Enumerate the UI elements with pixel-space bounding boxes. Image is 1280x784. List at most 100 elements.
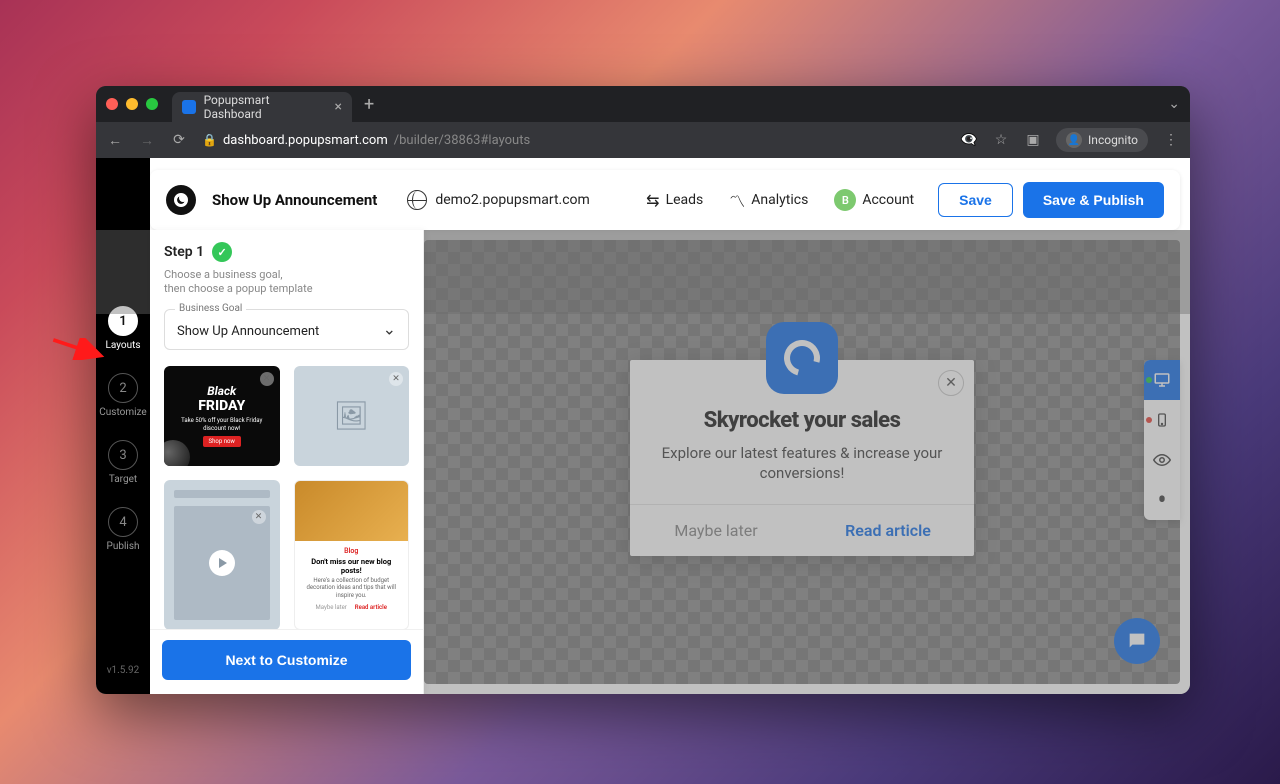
window-maximize-icon[interactable] xyxy=(146,98,158,110)
template-image xyxy=(295,481,409,541)
popup-logo-wrap xyxy=(766,322,838,394)
sidebar-steps: 1 Layouts 2 Customize 3 Target 4 Publish… xyxy=(96,158,150,694)
bug-icon xyxy=(1154,492,1170,508)
save-button[interactable]: Save xyxy=(938,183,1013,217)
hide-extension-icon[interactable]: 👁‍🗨 xyxy=(960,132,978,148)
template-title: Black xyxy=(207,384,236,398)
template-cta: Shop now xyxy=(203,436,241,447)
popup-description: Explore our latest features & increase y… xyxy=(650,443,954,484)
tabs-menu-icon[interactable]: ⌄ xyxy=(1168,96,1180,112)
leads-icon: ⇆ xyxy=(646,191,659,210)
app-viewport: 1 Layouts 2 Customize 3 Target 4 Publish… xyxy=(96,158,1190,694)
debug-button[interactable] xyxy=(1144,480,1180,520)
desktop-icon xyxy=(1153,371,1171,389)
next-to-customize-button[interactable]: Next to Customize xyxy=(162,640,411,680)
account-avatar-icon: B xyxy=(834,189,856,211)
traffic-lights xyxy=(106,98,158,110)
panel-step-header: Step 1 ✓ xyxy=(164,242,409,262)
template-later: Maybe later xyxy=(316,604,347,611)
template-video[interactable]: ✕ xyxy=(164,480,280,629)
site-domain-text: demo2.popupsmart.com xyxy=(435,192,590,208)
browser-tab-bar: Popupsmart Dashboard × + ⌄ xyxy=(96,86,1190,122)
goal-value: Show Up Announcement xyxy=(177,324,319,339)
video-box: ✕ xyxy=(174,506,270,620)
extensions-icon[interactable]: ▣ xyxy=(1024,132,1042,148)
template-desc: Take 50% off your Black Friday discount … xyxy=(170,417,274,431)
address-bar: ← → ⟳ 🔒 dashboard.popupsmart.com/builder… xyxy=(96,122,1190,158)
step-publish[interactable]: 4 Publish xyxy=(107,507,140,552)
panel-step-label: Step 1 xyxy=(164,244,204,260)
lock-icon: 🔒 xyxy=(202,133,217,147)
save-publish-button[interactable]: Save & Publish xyxy=(1023,182,1164,218)
incognito-label: Incognito xyxy=(1088,133,1138,147)
intercom-chat-button[interactable] xyxy=(1114,618,1160,664)
step-label: Target xyxy=(109,474,137,485)
device-toolbar xyxy=(1144,360,1180,520)
template-desc: Here's a collection of budget decoration… xyxy=(301,577,403,600)
browser-menu-icon[interactable]: ⋮ xyxy=(1162,132,1180,148)
step-customize[interactable]: 2 Customize xyxy=(99,373,146,418)
nav-reload-icon[interactable]: ⟳ xyxy=(170,132,188,148)
nav-label: Leads xyxy=(666,192,704,208)
template-title: Don't miss our new blog posts! xyxy=(301,557,403,575)
template-blog[interactable]: Blog Don't miss our new blog posts! Here… xyxy=(294,480,410,629)
device-desktop-button[interactable] xyxy=(1144,360,1180,400)
url-bar[interactable]: 🔒 dashboard.popupsmart.com/builder/38863… xyxy=(202,133,946,148)
goal-legend: Business Goal xyxy=(175,303,246,314)
site-domain-link[interactable]: demo2.popupsmart.com xyxy=(407,190,590,210)
app-header: Show Up Announcement demo2.popupsmart.co… xyxy=(150,170,1180,230)
status-dot-icon xyxy=(1146,417,1152,423)
nav-analytics[interactable]: 〽 Analytics xyxy=(729,188,808,212)
globe-icon xyxy=(407,190,427,210)
template-subtitle: FRIDAY xyxy=(198,398,245,414)
new-tab-button[interactable]: + xyxy=(364,94,374,115)
chat-icon xyxy=(1126,630,1148,652)
play-icon xyxy=(209,550,235,576)
window-close-icon[interactable] xyxy=(106,98,118,110)
nav-label: Analytics xyxy=(751,192,808,208)
popupsmart-logo-icon[interactable] xyxy=(166,185,196,215)
check-icon: ✓ xyxy=(212,242,232,262)
layouts-panel: Step 1 ✓ Choose a business goal, then ch… xyxy=(150,230,424,694)
template-tag: Blog xyxy=(301,547,403,555)
campaign-name: Show Up Announcement xyxy=(212,191,377,209)
template-close-icon: ✕ xyxy=(260,372,274,386)
tab-close-icon[interactable]: × xyxy=(335,99,342,115)
popup-title: Skyrocket your sales xyxy=(650,408,954,433)
bookmark-star-icon[interactable]: ☆ xyxy=(992,132,1010,148)
nav-back-icon[interactable]: ← xyxy=(106,132,124,149)
step-target[interactable]: 3 Target xyxy=(108,440,138,485)
popup-read-article-button[interactable]: Read article xyxy=(802,505,974,556)
nav-forward-icon[interactable]: → xyxy=(138,132,156,149)
eye-icon xyxy=(1153,451,1171,469)
template-image-placeholder[interactable]: ✕ 🖼 xyxy=(294,366,410,466)
popup-close-button[interactable]: ✕ xyxy=(938,370,964,396)
business-goal-select[interactable]: Business Goal Show Up Announcement ⌄ xyxy=(164,309,409,350)
device-mobile-button[interactable] xyxy=(1144,400,1180,440)
bomb-icon xyxy=(164,440,190,466)
template-black-friday[interactable]: ✕ Black FRIDAY Take 50% off your Black F… xyxy=(164,366,280,466)
step-number: 2 xyxy=(108,373,138,403)
nav-label: Account xyxy=(862,192,914,208)
step-number: 3 xyxy=(108,440,138,470)
panel-scroll[interactable]: Step 1 ✓ Choose a business goal, then ch… xyxy=(150,230,423,629)
step-layouts[interactable]: 1 Layouts xyxy=(105,306,140,351)
preview-visibility-button[interactable] xyxy=(1144,440,1180,480)
nav-leads[interactable]: ⇆ Leads xyxy=(646,191,703,210)
nav-account[interactable]: B Account xyxy=(834,189,914,211)
popup-maybe-later-button[interactable]: Maybe later xyxy=(630,505,802,556)
window-minimize-icon[interactable] xyxy=(126,98,138,110)
url-path: /builder/38863#layouts xyxy=(394,133,530,148)
analytics-icon: 〽 xyxy=(729,188,745,212)
popup-brand-icon xyxy=(766,322,838,394)
popup-actions: Maybe later Read article xyxy=(630,504,974,556)
browser-tab[interactable]: Popupsmart Dashboard × xyxy=(172,92,352,122)
panel-step-desc: Choose a business goal, then choose a po… xyxy=(164,268,409,297)
app-version: v1.5.92 xyxy=(107,665,140,676)
header-nav: ⇆ Leads 〽 Analytics B Account xyxy=(646,188,914,212)
incognito-badge[interactable]: 👤 Incognito xyxy=(1056,128,1148,152)
popup-preview: ✕ Skyrocket your sales Explore our lates… xyxy=(630,360,974,556)
image-placeholder-icon: 🖼 xyxy=(294,366,410,466)
panel-footer: Next to Customize xyxy=(150,629,423,694)
template-close-icon: ✕ xyxy=(252,510,266,524)
